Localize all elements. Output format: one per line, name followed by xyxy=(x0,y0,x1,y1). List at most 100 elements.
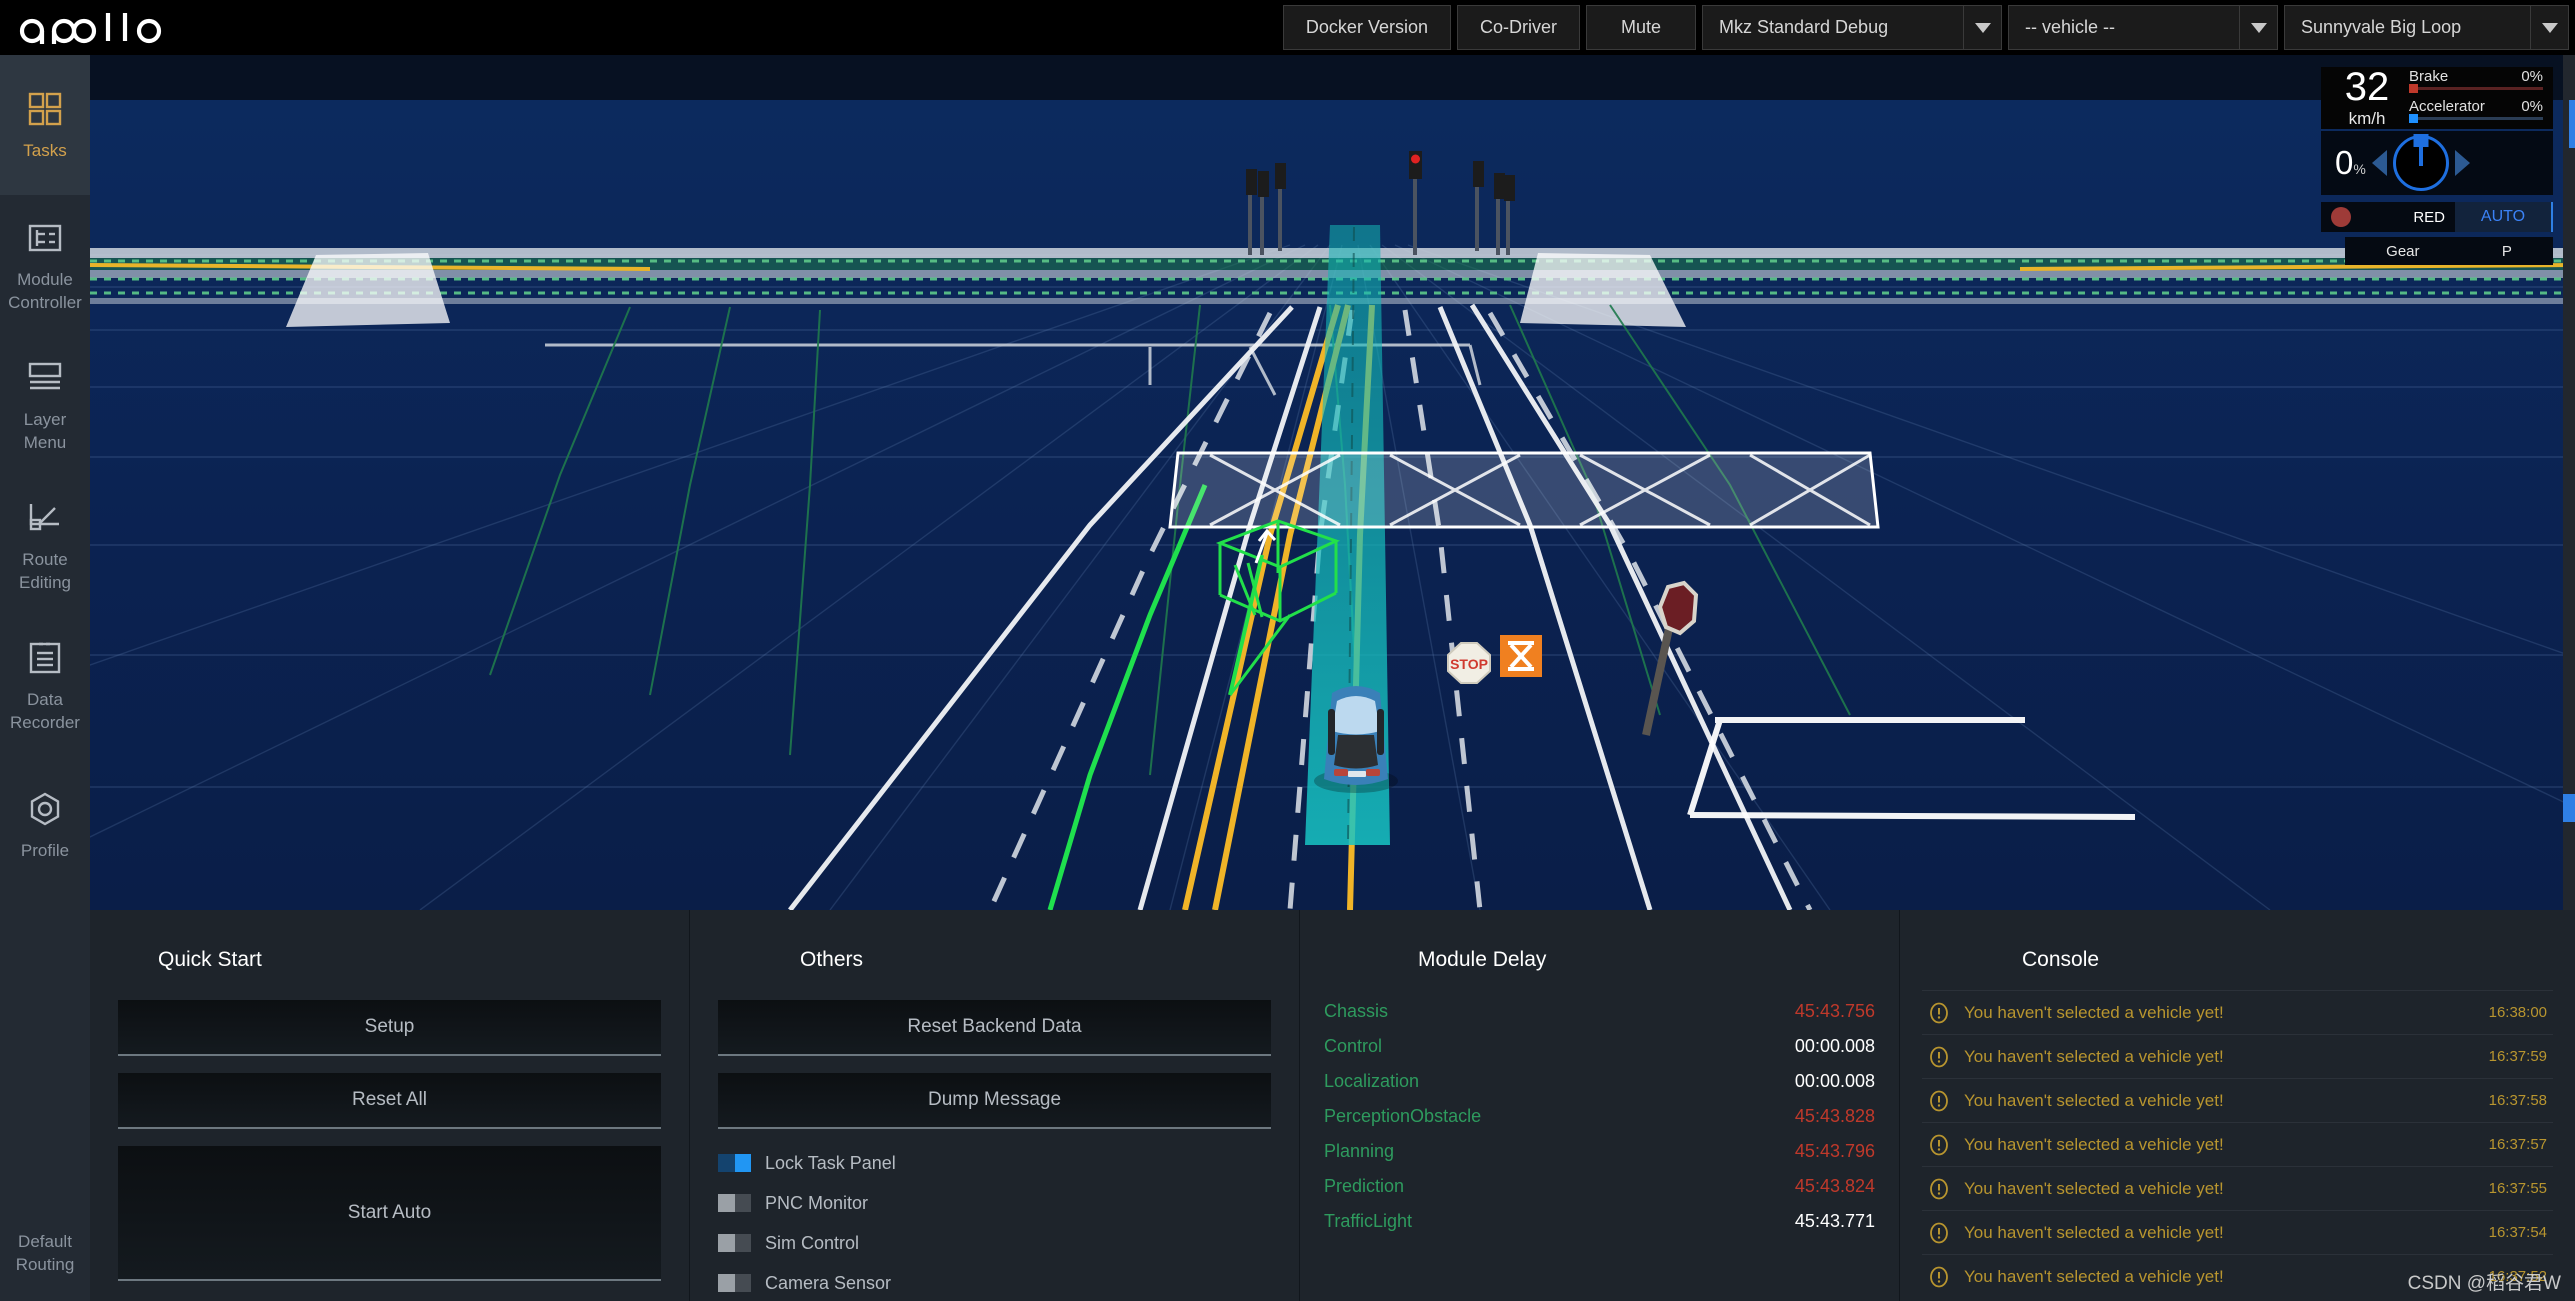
console-time: 16:37:57 xyxy=(2488,1136,2547,1153)
toggle-switch-icon xyxy=(718,1154,751,1172)
yield-marker xyxy=(1500,635,1542,677)
driving-mode-badge: AUTO xyxy=(2455,202,2553,232)
sidebar-item-label: Module Controller xyxy=(8,269,82,312)
sidebar-item-data-recorder[interactable]: Data Recorder xyxy=(0,615,90,755)
route-icon xyxy=(25,496,65,540)
module-name: Localization xyxy=(1324,1071,1420,1091)
toggle-lock-task-panel[interactable]: Lock Task Panel xyxy=(718,1143,1271,1183)
table-row: Chassis 45:43.756 xyxy=(1324,994,1875,1029)
module-delay-value: 45:43.771 xyxy=(1794,1211,1875,1231)
default-routing-button[interactable]: Default Routing xyxy=(0,1206,90,1301)
module-icon xyxy=(25,216,65,260)
default-routing-label: Default Routing xyxy=(15,1231,75,1274)
accelerator-label: Accelerator xyxy=(2409,98,2485,115)
mute-button[interactable]: Mute xyxy=(1586,5,1696,50)
brake-label: Brake xyxy=(2409,68,2449,85)
brake-knob xyxy=(2409,84,2418,93)
panel-title-console: Console xyxy=(2022,948,2100,971)
accelerator-row: Accelerator 0% xyxy=(2409,98,2543,115)
console-message: You haven't selected a vehicle yet! xyxy=(1964,1046,2224,1066)
co-driver-button[interactable]: Co-Driver xyxy=(1456,5,1580,50)
steering-panel: 0% xyxy=(2321,131,2553,195)
mode-select[interactable]: Mkz Standard Debug xyxy=(1702,5,2002,50)
console-time: 16:38:00 xyxy=(2488,1004,2547,1021)
list-item: You haven't selected a vehicle yet! 16:3… xyxy=(1922,1210,2553,1254)
console-time: 16:37:52 xyxy=(2488,1268,2547,1285)
toggle-switch-icon xyxy=(718,1234,751,1252)
sidebar-item-route-editing[interactable]: Route Editing xyxy=(0,475,90,615)
edge-accent-bottom xyxy=(2563,794,2575,822)
map-select[interactable]: Sunnyvale Big Loop xyxy=(2284,5,2569,50)
panel-title-quick-start: Quick Start xyxy=(158,948,262,971)
docker-version-button[interactable]: Docker Version xyxy=(1282,5,1451,50)
list-item: You haven't selected a vehicle yet! 16:3… xyxy=(1922,1254,2553,1298)
chevron-down-icon xyxy=(2239,6,2277,49)
steer-left-icon xyxy=(2371,150,2387,176)
toggle-label: Lock Task Panel xyxy=(765,1152,896,1173)
toggle-sim-control[interactable]: Sim Control xyxy=(718,1223,1271,1263)
toggle-pnc-monitor[interactable]: PNC Monitor xyxy=(718,1183,1271,1223)
console-message: You haven't selected a vehicle yet! xyxy=(1964,1090,2224,1110)
scene-render: STOP xyxy=(90,100,2575,910)
module-delay-value: 45:43.828 xyxy=(1794,1106,1875,1126)
module-name: Chassis xyxy=(1324,1001,1389,1021)
steering-cap xyxy=(2413,134,2429,147)
console-entry-list: You haven't selected a vehicle yet! 16:3… xyxy=(1900,990,2575,1298)
sidebar-item-module-controller[interactable]: Module Controller xyxy=(0,195,90,335)
toggle-label: Camera Sensor xyxy=(765,1272,892,1293)
quick-start-buttons: Setup Reset All Start Auto xyxy=(90,1000,689,1281)
sidebar-item-tasks[interactable]: Tasks xyxy=(0,55,90,195)
start-auto-button[interactable]: Start Auto xyxy=(118,1146,661,1281)
panel-title-module-delay: Module Delay xyxy=(1418,948,1547,971)
stop-sign-label: STOP xyxy=(1450,656,1488,672)
warning-icon xyxy=(1928,1222,1950,1244)
table-row: PerceptionObstacle 45:43.828 xyxy=(1324,1099,1875,1134)
warning-icon xyxy=(1928,1134,1950,1156)
table-row: Control 00:00.008 xyxy=(1324,1029,1875,1064)
sidebar-item-label: Route Editing xyxy=(19,549,71,592)
console-panel: Console You haven't selected a vehicle y… xyxy=(1900,910,2575,1301)
others-panel: Others Reset Backend Data Dump Message L… xyxy=(690,910,1300,1301)
profile-icon xyxy=(25,787,65,831)
module-delay-value: 45:43.756 xyxy=(1794,1001,1875,1021)
edge-accent-top xyxy=(2569,100,2575,148)
3d-scene-view[interactable]: STOP 32 km/h Brake 0% Accelerator 0% 0% … xyxy=(90,55,2575,910)
list-item: You haven't selected a vehicle yet! 16:3… xyxy=(1922,1078,2553,1122)
speed-readout: 32 km/h xyxy=(2331,67,2403,129)
table-row: TrafficLight 45:43.771 xyxy=(1324,1204,1875,1239)
warning-icon xyxy=(1928,1090,1950,1112)
traffic-light-label: RED xyxy=(2413,208,2445,226)
sidebar-item-layer-menu[interactable]: Layer Menu xyxy=(0,335,90,475)
others-toggles: Lock Task Panel PNC Monitor Sim Control … xyxy=(690,1143,1299,1301)
warning-icon xyxy=(1928,1266,1950,1288)
steering-wheel-icon xyxy=(2392,134,2449,191)
stop-sign-marker: STOP xyxy=(1447,642,1491,684)
reset-backend-data-button[interactable]: Reset Backend Data xyxy=(718,1000,1271,1056)
table-row: Prediction 45:43.824 xyxy=(1324,1169,1875,1204)
speed-panel: 32 km/h Brake 0% Accelerator 0% xyxy=(2321,67,2553,129)
pedal-meters: Brake 0% Accelerator 0% xyxy=(2403,68,2543,128)
list-item: You haven't selected a vehicle yet! 16:3… xyxy=(1922,1122,2553,1166)
toggle-switch-icon xyxy=(718,1194,751,1212)
dump-message-button[interactable]: Dump Message xyxy=(718,1073,1271,1129)
top-bar-controls: Docker Version Co-Driver Mute Mkz Standa… xyxy=(1282,5,2569,50)
sidebar-item-profile[interactable]: Profile xyxy=(0,755,90,895)
traffic-light-status: RED xyxy=(2321,202,2455,232)
vehicle-select[interactable]: -- vehicle -- xyxy=(2008,5,2278,50)
reset-all-button[interactable]: Reset All xyxy=(118,1073,661,1129)
console-time: 16:37:58 xyxy=(2488,1092,2547,1109)
module-name: Planning xyxy=(1324,1141,1395,1161)
module-name: Prediction xyxy=(1324,1176,1405,1196)
toggle-camera-sensor[interactable]: Camera Sensor xyxy=(718,1263,1271,1301)
setup-button[interactable]: Setup xyxy=(118,1000,661,1056)
accelerator-knob xyxy=(2409,114,2418,123)
steering-value: 0% xyxy=(2335,144,2366,181)
bottom-panels: Quick Start Setup Reset All Start Auto O… xyxy=(90,910,2575,1301)
others-buttons: Reset Backend Data Dump Message xyxy=(690,1000,1299,1129)
table-row: Planning 45:43.796 xyxy=(1324,1134,1875,1169)
sidebar: Tasks Module Controller Layer Menu Route… xyxy=(0,55,90,1301)
module-delay-panel: Module Delay Chassis 45:43.756 Control 0… xyxy=(1300,910,1900,1301)
module-name: TrafficLight xyxy=(1324,1211,1413,1231)
list-item: You haven't selected a vehicle yet! 16:3… xyxy=(1922,990,2553,1034)
